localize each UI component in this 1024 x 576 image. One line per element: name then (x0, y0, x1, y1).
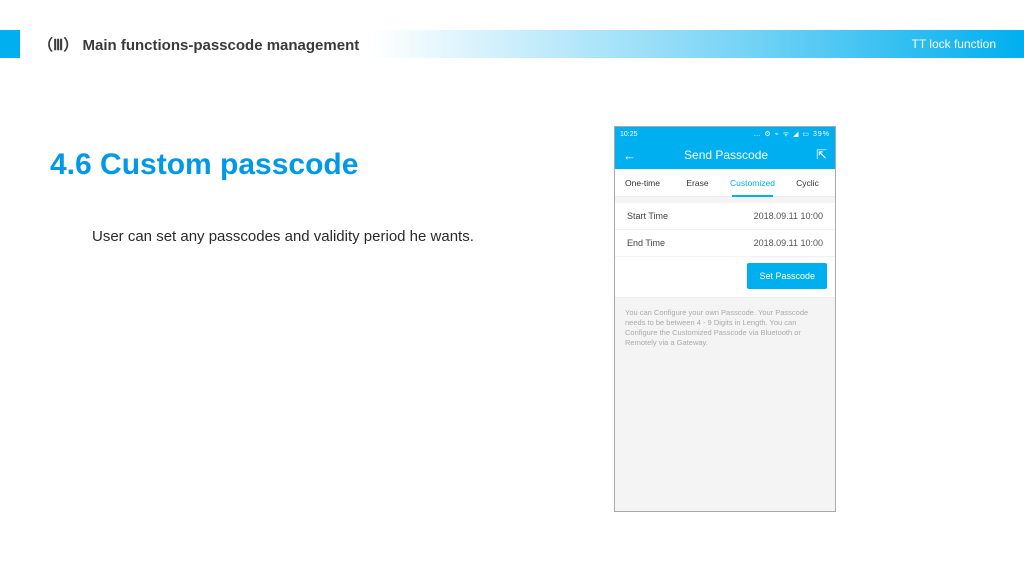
tab-cyclic[interactable]: Cyclic (780, 170, 835, 196)
tab-erase[interactable]: Erase (670, 170, 725, 196)
header-text: Main functions-passcode management (83, 37, 360, 54)
status-icons: … ⚙ ⌁ ᯤ ◢ ▭ 39% (753, 130, 830, 139)
header-title: （Ⅲ） Main functions-passcode management (20, 34, 359, 55)
hint-text: You can Configure your own Passcode. You… (615, 298, 835, 359)
header-gradient: （Ⅲ） Main functions-passcode management T… (20, 30, 1024, 58)
share-icon[interactable]: ⇱ (816, 147, 827, 163)
section-title: 4.6 Custom passcode (50, 148, 358, 182)
phone-mockup: 10:25 … ⚙ ⌁ ᯤ ◢ ▭ 39% ← Send Passcode ⇱ … (614, 126, 836, 512)
app-bar: ← Send Passcode ⇱ (615, 141, 835, 169)
section-body: User can set any passcodes and validity … (92, 228, 474, 245)
tab-customized[interactable]: Customized (725, 170, 780, 196)
start-time-value: 2018.09.11 10:00 (754, 211, 823, 221)
tab-one-time[interactable]: One-time (615, 170, 670, 196)
end-time-row[interactable]: End Time 2018.09.11 10:00 (615, 230, 835, 257)
button-row: Set Passcode (615, 257, 835, 298)
form-area: Start Time 2018.09.11 10:00 End Time 201… (615, 203, 835, 257)
back-icon[interactable]: ← (623, 148, 636, 163)
slide-header: （Ⅲ） Main functions-passcode management T… (0, 30, 1024, 58)
tab-bar: One-time Erase Customized Cyclic (615, 169, 835, 197)
end-time-label: End Time (627, 238, 665, 248)
header-roman: （Ⅲ） (38, 37, 78, 54)
status-bar: 10:25 … ⚙ ⌁ ᯤ ◢ ▭ 39% (615, 127, 835, 141)
status-time: 10:25 (620, 131, 638, 138)
start-time-label: Start Time (627, 211, 668, 221)
header-right-label: TT lock function (912, 37, 996, 51)
header-accent (0, 30, 20, 58)
start-time-row[interactable]: Start Time 2018.09.11 10:00 (615, 203, 835, 230)
appbar-title: Send Passcode (684, 148, 768, 162)
end-time-value: 2018.09.11 10:00 (754, 238, 823, 248)
set-passcode-button[interactable]: Set Passcode (747, 263, 827, 289)
